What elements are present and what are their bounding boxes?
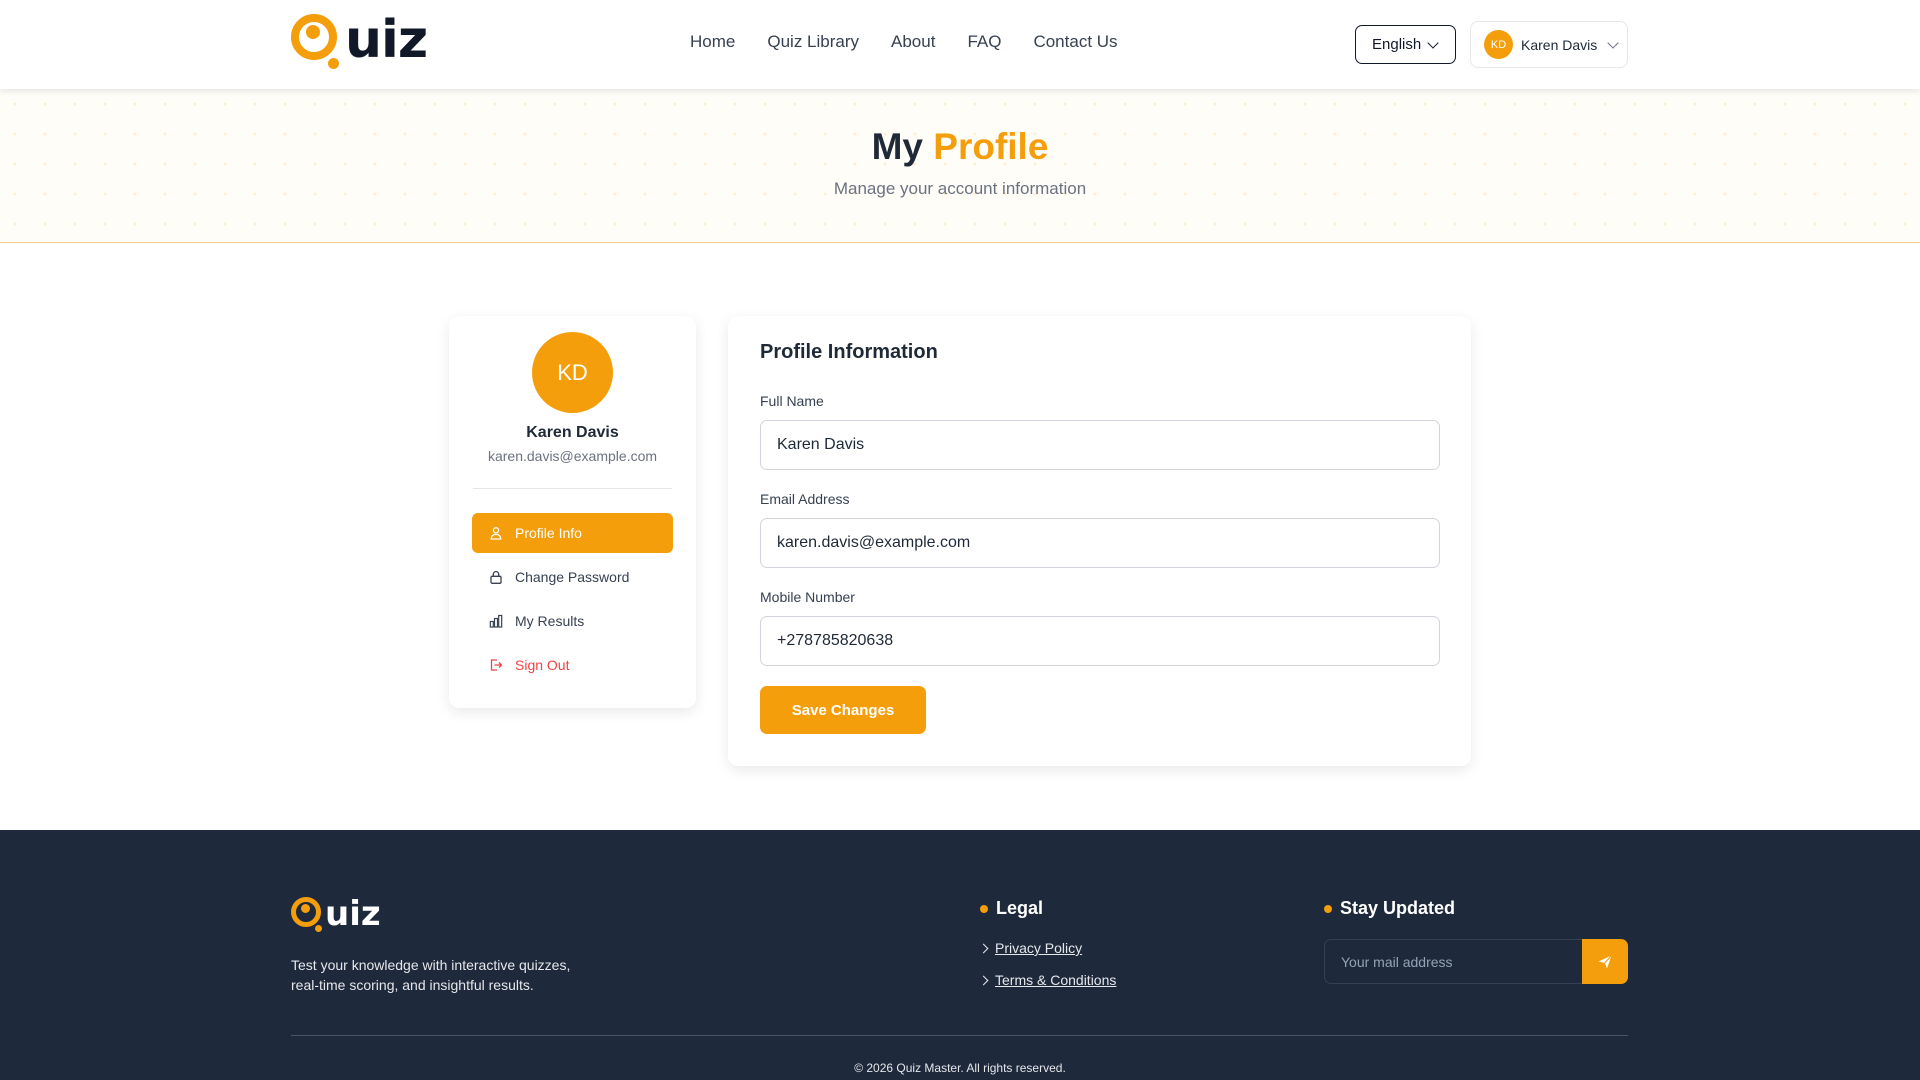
footer-description-line: Test your knowledge with interactive qui…: [291, 957, 571, 973]
full-name-label: Full Name: [760, 393, 824, 409]
user-icon: [490, 527, 502, 540]
page-hero: My Profile Manage your account informati…: [0, 89, 1920, 243]
bullet-dot-icon: [1324, 904, 1332, 913]
sidebar-item-profile-info[interactable]: Profile Info: [472, 513, 673, 553]
sidebar-item-label: Sign Out: [515, 657, 570, 673]
legal-heading-text: Legal: [996, 898, 1044, 918]
nav-link-about[interactable]: About: [891, 32, 935, 52]
page-title-accent: Profile: [933, 126, 1049, 167]
site-footer: uiz Test your knowledge with interactive…: [0, 830, 1920, 1080]
page-title-main: My: [871, 126, 923, 167]
language-label: English: [1372, 36, 1422, 53]
sign-out-icon: [490, 659, 503, 671]
link-label: Privacy Policy: [995, 940, 1083, 956]
send-icon: [1598, 954, 1612, 968]
user-menu-button[interactable]: KD Karen Davis: [1470, 21, 1628, 68]
mobile-label: Mobile Number: [760, 589, 855, 605]
chevron-right-icon: [978, 943, 989, 953]
email-field[interactable]: [760, 518, 1440, 568]
chevron-right-icon: [978, 975, 989, 985]
avatar: KD: [532, 332, 613, 413]
newsletter-heading: Stay Updated: [1324, 898, 1455, 919]
footer-logo-text: uiz: [325, 894, 381, 934]
newsletter-heading-text: Stay Updated: [1340, 898, 1456, 918]
profile-form-card: Profile Information Full Name Email Addr…: [728, 316, 1471, 766]
nav-link-quiz-library[interactable]: Quiz Library: [767, 32, 859, 52]
main-nav: Home Quiz Library About FAQ Contact Us: [690, 32, 1118, 52]
profile-email: karen.davis@example.com: [487, 448, 658, 464]
page-title: My Profile: [0, 126, 1920, 168]
legal-heading: Legal: [980, 898, 1043, 919]
privacy-policy-link[interactable]: Privacy Policy: [978, 940, 1083, 956]
newsletter-submit-button[interactable]: [1582, 939, 1628, 984]
sidebar-item-label: Change Password: [515, 569, 630, 585]
sidebar-item-sign-out[interactable]: Sign Out: [472, 645, 673, 685]
profile-name: Karen Davis: [526, 424, 619, 441]
nav-link-faq[interactable]: FAQ: [967, 32, 1001, 52]
logo-q-icon: [291, 14, 343, 69]
user-name: Karen Davis: [1521, 36, 1598, 53]
profile-sidebar: KD Karen Davis karen.davis@example.com P…: [449, 316, 696, 708]
save-button[interactable]: Save Changes: [760, 686, 926, 734]
logo-text: uiz: [345, 10, 428, 70]
mobile-field[interactable]: [760, 616, 1440, 666]
footer-divider: [291, 1035, 1628, 1036]
logo-q-icon: [291, 897, 324, 932]
sidebar-item-label: My Results: [515, 613, 585, 629]
nav-link-contact-us[interactable]: Contact Us: [1033, 32, 1117, 52]
form-title: Profile Information: [760, 341, 938, 363]
newsletter-email-input[interactable]: [1324, 939, 1583, 984]
email-label: Email Address: [760, 491, 850, 507]
footer-description: Test your knowledge with interactive qui…: [291, 955, 611, 995]
avatar: KD: [1484, 30, 1513, 59]
bullet-dot-icon: [980, 904, 988, 913]
full-name-field[interactable]: [760, 420, 1440, 470]
footer-description-line: real-time scoring, and insightful result…: [291, 977, 534, 993]
sidebar-item-change-password[interactable]: Change Password: [472, 557, 673, 597]
sidebar-item-my-results[interactable]: My Results: [472, 601, 673, 641]
link-label: Terms & Conditions: [995, 972, 1117, 988]
footer-logo[interactable]: uiz: [291, 894, 381, 934]
lock-icon: [490, 571, 502, 584]
chevron-down-icon: [1607, 36, 1619, 49]
top-navbar: uiz Home Quiz Library About FAQ Contact …: [0, 0, 1920, 89]
sidebar-item-label: Profile Info: [515, 525, 582, 541]
bar-chart-icon: [489, 614, 503, 628]
chevron-down-icon: [1427, 36, 1439, 49]
divider: [473, 488, 672, 489]
brand-logo[interactable]: uiz: [291, 10, 428, 70]
copyright-text: © 2026 Quiz Master. All rights reserved.: [854, 1061, 1066, 1075]
terms-link[interactable]: Terms & Conditions: [978, 972, 1117, 988]
page-subtitle: Manage your account information: [833, 179, 1087, 198]
language-select[interactable]: English: [1355, 25, 1456, 64]
nav-link-home[interactable]: Home: [690, 32, 735, 52]
